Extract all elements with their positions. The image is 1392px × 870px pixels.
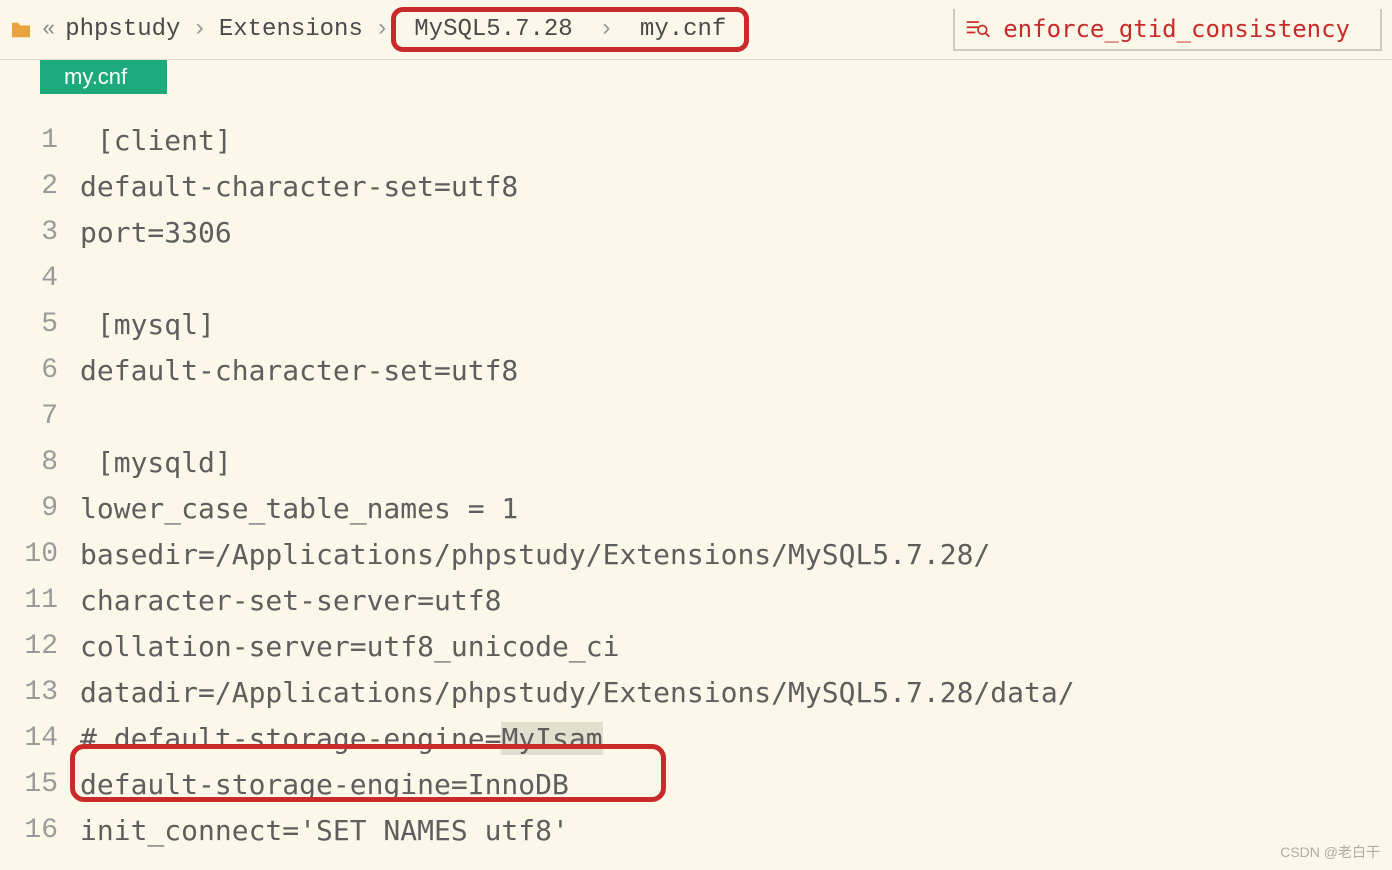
code-line[interactable]: datadir=/Applications/phpstudy/Extension… — [80, 670, 1075, 716]
tab-bar: my.cnf — [0, 60, 1392, 94]
code-content[interactable]: [client]default-character-set=utf8port=3… — [80, 118, 1075, 854]
breadcrumb-item-2[interactable]: MySQL5.7.28 — [408, 12, 578, 47]
code-line[interactable]: [client] — [80, 118, 1075, 164]
line-number: 1 — [0, 118, 58, 164]
top-bar: « phpstudy › Extensions › MySQL5.7.28 › … — [0, 0, 1392, 60]
watermark: CSDN @老白干 — [1280, 842, 1380, 862]
breadcrumb-item-1[interactable]: Extensions — [213, 12, 369, 47]
line-number: 4 — [0, 256, 58, 302]
line-number: 13 — [0, 670, 58, 716]
search-panel: enforce_gtid_consistency — [953, 9, 1382, 51]
nav-back-icon[interactable]: « — [42, 17, 55, 42]
code-line[interactable] — [80, 394, 1075, 440]
code-line[interactable] — [80, 256, 1075, 302]
search-list-icon[interactable] — [965, 18, 991, 40]
code-line[interactable]: [mysqld] — [80, 440, 1075, 486]
code-line[interactable]: default-character-set=utf8 — [80, 348, 1075, 394]
line-number: 3 — [0, 210, 58, 256]
file-tab[interactable]: my.cnf — [40, 60, 167, 94]
chevron-right-icon: › — [192, 16, 206, 43]
folder-icon — [10, 21, 32, 39]
breadcrumb-item-0[interactable]: phpstudy — [59, 12, 186, 47]
line-number: 11 — [0, 578, 58, 624]
chevron-right-icon: › — [599, 16, 613, 43]
line-number: 9 — [0, 486, 58, 532]
editor-area: my.cnf 12345678910111213141516 [client]d… — [0, 60, 1392, 854]
line-number: 5 — [0, 302, 58, 348]
code-line[interactable]: character-set-server=utf8 — [80, 578, 1075, 624]
code-line[interactable]: default-storage-engine=InnoDB — [80, 762, 1075, 808]
code-line[interactable]: # default-storage-engine=MyIsam — [80, 716, 1075, 762]
line-number: 16 — [0, 808, 58, 854]
breadcrumb-item-3[interactable]: my.cnf — [634, 12, 732, 47]
code-line[interactable]: lower_case_table_names = 1 — [80, 486, 1075, 532]
code-line[interactable]: init_connect='SET NAMES utf8' — [80, 808, 1075, 854]
code-line[interactable]: port=3306 — [80, 210, 1075, 256]
line-number: 8 — [0, 440, 58, 486]
line-number: 7 — [0, 394, 58, 440]
line-number: 2 — [0, 164, 58, 210]
code-line[interactable]: default-character-set=utf8 — [80, 164, 1075, 210]
code-line[interactable]: basedir=/Applications/phpstudy/Extension… — [80, 532, 1075, 578]
breadcrumb: phpstudy › Extensions › MySQL5.7.28 › my… — [59, 7, 749, 52]
chevron-right-icon: › — [375, 16, 389, 43]
breadcrumb-highlight: MySQL5.7.28 › my.cnf — [391, 7, 749, 52]
line-number: 6 — [0, 348, 58, 394]
code-block: 12345678910111213141516 [client]default-… — [0, 118, 1392, 854]
line-number: 12 — [0, 624, 58, 670]
line-number: 15 — [0, 762, 58, 808]
code-line[interactable]: collation-server=utf8_unicode_ci — [80, 624, 1075, 670]
code-line[interactable]: [mysql] — [80, 302, 1075, 348]
line-number: 10 — [0, 532, 58, 578]
line-number: 14 — [0, 716, 58, 762]
search-input[interactable]: enforce_gtid_consistency — [1003, 15, 1350, 43]
line-gutter: 12345678910111213141516 — [0, 118, 80, 854]
